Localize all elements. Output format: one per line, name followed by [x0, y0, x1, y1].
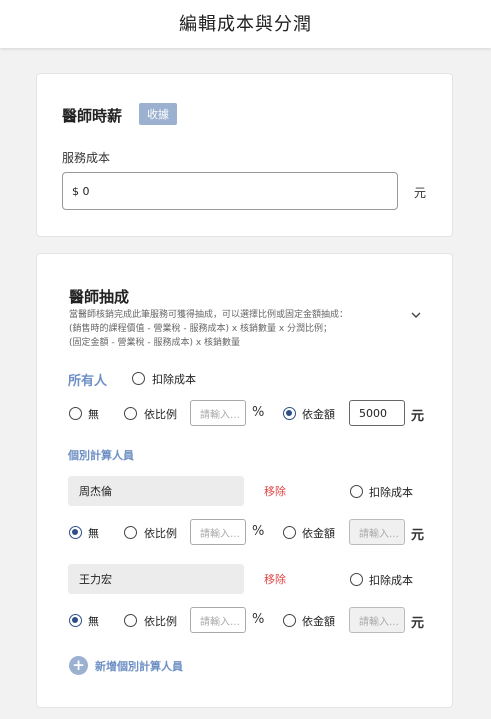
- percent-sign: %: [252, 524, 265, 539]
- salary-title: 醫師時薪: [62, 107, 123, 125]
- amount-unit: 元: [411, 528, 425, 543]
- remove-person-button[interactable]: 移除: [264, 571, 286, 587]
- salary-card: 醫師時薪 收據 服務成本 $ 0 元: [36, 73, 453, 237]
- option-none-radio-person[interactable]: [69, 614, 82, 627]
- option-ratio-radio-person[interactable]: [124, 614, 137, 627]
- ratio-input-placeholder: 請輸入…: [200, 528, 240, 540]
- description-line: 當醫師核銷完成此筆服務可獲得抽成，可以選擇比例或固定金額抽成：: [69, 310, 349, 320]
- percent-sign: %: [252, 405, 265, 420]
- option-amount-radio-person[interactable]: [283, 614, 296, 627]
- deduct-cost-label: 扣除成本: [369, 574, 413, 587]
- ratio-input-all[interactable]: 請輸入…: [190, 400, 246, 426]
- page-title: 編輯成本與分潤: [179, 14, 312, 35]
- add-individual-button[interactable]: + 新增個別計算人員: [69, 656, 183, 675]
- option-ratio-label: 依比例: [144, 408, 177, 421]
- deduct-cost-label: 扣除成本: [369, 486, 413, 499]
- commission-title: 醫師抽成: [69, 288, 130, 306]
- amount-input-person[interactable]: 請輸入…: [349, 519, 405, 545]
- service-cost-input[interactable]: $ 0: [62, 172, 398, 210]
- option-amount-radio-all[interactable]: [283, 407, 296, 420]
- commission-card: 醫師抽成 當醫師核銷完成此筆服務可獲得抽成，可以選擇比例或固定金額抽成： (銷售…: [36, 253, 453, 708]
- option-ratio-label: 依比例: [144, 527, 177, 540]
- amount-unit: 元: [411, 616, 425, 631]
- percent-sign: %: [252, 612, 265, 627]
- ratio-input-placeholder: 請輸入…: [200, 616, 240, 628]
- deduct-cost-radio-person[interactable]: [350, 573, 363, 586]
- amount-input-placeholder: 請輸入…: [359, 528, 399, 540]
- description-line: (銷售時的課程價值 - 營業稅 - 服務成本) x 核銷數量 x 分潤比例；: [69, 324, 333, 334]
- individual-section-label: 個別計算人員: [68, 449, 134, 462]
- page-header: 編輯成本與分潤: [0, 0, 491, 48]
- deduct-cost-radio-person[interactable]: [350, 485, 363, 498]
- service-cost-unit: 元: [414, 186, 427, 200]
- option-none-radio-all[interactable]: [69, 407, 82, 420]
- plus-icon: +: [69, 656, 88, 675]
- description-line: (固定金額 - 營業稅 - 服務成本) x 核銷數量: [69, 338, 241, 348]
- option-amount-radio-person[interactable]: [283, 526, 296, 539]
- ratio-input-placeholder: 請輸入…: [200, 409, 240, 421]
- option-none-radio-person[interactable]: [69, 526, 82, 539]
- remove-person-button[interactable]: 移除: [264, 483, 286, 499]
- option-amount-label: 依金額: [302, 408, 335, 421]
- add-individual-label: 新增個別計算人員: [95, 659, 183, 673]
- service-cost-label: 服務成本: [62, 151, 111, 165]
- option-amount-label: 依金額: [302, 527, 335, 540]
- amount-input-placeholder: 請輸入…: [359, 616, 399, 628]
- service-cost-value: $ 0: [72, 184, 90, 198]
- option-amount-label: 依金額: [302, 615, 335, 628]
- ratio-input-person[interactable]: 請輸入…: [190, 607, 246, 633]
- receipt-badge[interactable]: 收據: [139, 103, 177, 125]
- person-name-field[interactable]: 王力宏: [68, 564, 244, 594]
- commission-description: 當醫師核銷完成此筆服務可獲得抽成，可以選擇比例或固定金額抽成： (銷售時的課程價…: [69, 308, 348, 350]
- option-none-label: 無: [88, 527, 99, 540]
- option-ratio-radio-all[interactable]: [124, 407, 137, 420]
- option-ratio-label: 依比例: [144, 615, 177, 628]
- amount-unit: 元: [411, 409, 425, 424]
- all-people-label: 所有人: [68, 374, 108, 389]
- person-name-field[interactable]: 周杰倫: [68, 476, 244, 506]
- option-none-label: 無: [88, 408, 99, 421]
- option-ratio-radio-person[interactable]: [124, 526, 137, 539]
- person-name: 周杰倫: [79, 485, 112, 498]
- amount-input-value: 5000: [359, 406, 387, 420]
- person-name: 王力宏: [79, 573, 112, 586]
- ratio-input-person[interactable]: 請輸入…: [190, 519, 246, 545]
- option-none-label: 無: [88, 615, 99, 628]
- amount-input-person[interactable]: 請輸入…: [349, 607, 405, 633]
- deduct-cost-radio-all[interactable]: [132, 372, 145, 385]
- amount-input-all[interactable]: 5000: [349, 400, 405, 426]
- chevron-down-icon[interactable]: [409, 307, 423, 321]
- deduct-cost-label: 扣除成本: [152, 373, 196, 386]
